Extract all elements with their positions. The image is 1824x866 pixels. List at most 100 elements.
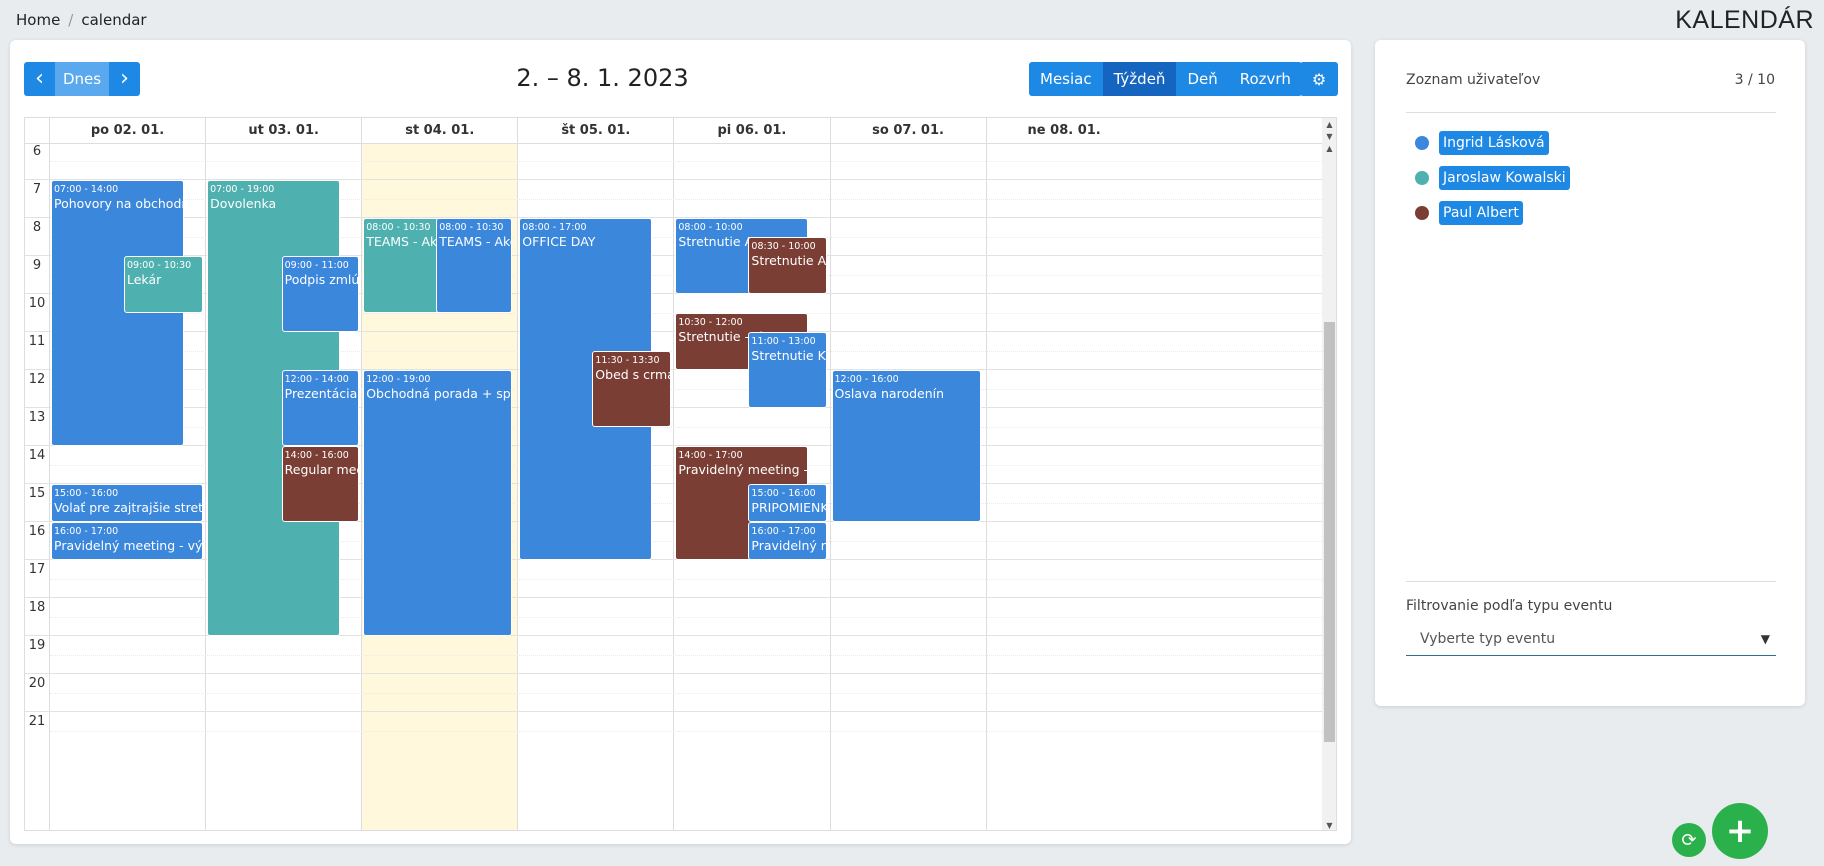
calendar-event[interactable]: 14:00 - 16:00Regular meeting — [281, 446, 360, 522]
day-header[interactable]: ne 08. 01. — [985, 118, 1142, 144]
prev-week-button[interactable]: ‹ — [24, 62, 55, 96]
day-header[interactable]: po 02. 01. — [49, 118, 205, 144]
day-header[interactable]: st 04. 01. — [361, 118, 517, 144]
event-time: 15:00 - 16:00 — [54, 488, 119, 499]
calendar-event[interactable]: 12:00 - 19:00Obchodná porada + spoločná … — [363, 370, 513, 636]
event-time: 14:00 - 16:00 — [284, 450, 349, 461]
hour-label: 7 — [32, 182, 42, 197]
day-header[interactable]: so 07. 01. — [829, 118, 986, 144]
user-chip[interactable]: Ingrid Lásková — [1439, 131, 1549, 155]
calendar-event[interactable]: 16:00 - 17:00Pravidelný meeting - výstup… — [51, 522, 204, 560]
event-type-select[interactable]: Vyberte typ eventu ▼ — [1406, 623, 1776, 656]
calendar-event[interactable]: 15:00 - 16:00Volať pre zajtrajšie stretn… — [51, 484, 204, 522]
day-column-divider — [517, 144, 519, 830]
view-tab-3[interactable]: Rozvrh — [1228, 62, 1302, 96]
day-header-row: po 02. 01. ut 03. 01. st 04. 01. št 05. 01.… — [25, 118, 1322, 144]
event-time: 14:00 - 17:00 — [678, 450, 743, 461]
calendar-event[interactable]: 16:00 - 17:00Pravidelný meeting — [748, 522, 828, 560]
add-event-button[interactable]: + — [1712, 803, 1768, 859]
users-panel-title: Zoznam uživateľov — [1406, 72, 1541, 88]
user-chip[interactable]: Jaroslaw Kowalski — [1439, 166, 1570, 190]
calendar-event[interactable]: 11:00 - 13:00Stretnutie KUP — [748, 332, 828, 408]
scroll-down-small-icon[interactable]: ▼ — [1322, 132, 1336, 141]
calendar-event[interactable]: 09:00 - 11:00Podpis zmlúv - ... — [281, 256, 360, 332]
user-chip[interactable]: Paul Albert — [1439, 201, 1523, 225]
calendar-event[interactable]: 11:30 - 13:30Obed s crmango — [592, 351, 672, 427]
calendar-scrollbar[interactable]: ▲ ▼ ▲ ▼ — [1322, 118, 1336, 830]
day-header[interactable]: pi 06. 01. — [673, 118, 829, 144]
user-list-item[interactable]: Jaroslaw Kowalski — [1415, 166, 1570, 190]
time-grid[interactable]: 6 7 8 9 10 11 12 13 14 15 16 17 18 19 20 21 07:00 - 14:0… — [25, 144, 1322, 830]
scroll-up-small-icon[interactable]: ▲ — [1322, 144, 1336, 153]
hour-label: 21 — [28, 714, 46, 729]
user-list-item[interactable]: Ingrid Lásková — [1415, 131, 1549, 155]
calendar-event[interactable]: 08:30 - 10:00Stretnutie ABC — [748, 237, 828, 294]
view-tab-2[interactable]: Deň — [1176, 62, 1229, 96]
user-color-dot — [1415, 171, 1429, 185]
nav-button-group: ‹ Dnes › — [24, 62, 140, 96]
event-title: Prezentácia vý... — [284, 386, 359, 401]
calendar-event[interactable]: 08:00 - 10:30TEAMS - Ako z... — [363, 218, 440, 313]
event-title: Oslava narodenín — [834, 386, 945, 401]
event-time: 08:00 - 10:00 — [678, 222, 743, 233]
event-title: Volať pre zajtrajšie stretnutie — [54, 500, 204, 515]
calendar-event[interactable]: 07:00 - 14:00Pohovory na obchodníka — [51, 180, 185, 446]
event-title: Obed s crmango — [595, 367, 670, 382]
view-tab-0[interactable]: Mesiac — [1029, 62, 1103, 96]
event-title: TEAMS - Ako z... — [366, 234, 438, 249]
day-column-divider — [985, 144, 987, 830]
hour-label: 18 — [28, 600, 46, 615]
event-title: Regular meeting — [284, 462, 359, 477]
calendar-event[interactable]: 09:00 - 10:30 Lekár — [124, 256, 204, 313]
event-time: 12:00 - 19:00 — [366, 374, 431, 385]
calendar-event[interactable]: 08:00 - 10:30TEAMS - Ako z... — [436, 218, 513, 313]
plus-icon: + — [1725, 811, 1755, 851]
scroll-up-arrow-icon[interactable]: ▲ — [1322, 120, 1336, 129]
hour-label: 20 — [28, 676, 46, 691]
chevron-down-icon: ▼ — [1760, 632, 1770, 646]
event-title: Dovolenka — [210, 196, 277, 211]
day-header[interactable]: ut 03. 01. — [205, 118, 361, 144]
event-title: Pravidelný meeting - výstupy — [54, 538, 203, 553]
day-column-divider — [361, 144, 363, 830]
calendar-event[interactable]: 12:00 - 14:00Prezentácia vý... — [281, 370, 360, 446]
half-hour-gridline — [50, 693, 1322, 694]
hour-label: 10 — [28, 296, 46, 311]
event-time: 07:00 - 14:00 — [54, 184, 119, 195]
view-tab-1[interactable]: Týždeň — [1102, 62, 1177, 96]
hour-label: 17 — [28, 562, 46, 577]
next-week-button[interactable]: › — [109, 62, 140, 96]
chevron-left-icon: ‹ — [35, 66, 44, 91]
half-hour-gridline — [50, 161, 1322, 162]
hour-gridline — [25, 711, 1322, 712]
settings-button[interactable]: ⚙ — [1300, 62, 1338, 96]
hour-label: 8 — [32, 220, 42, 235]
calendar-card: ‹ Dnes › 2. – 8. 1. 2023 Mesiac Týždeň Deň… — [10, 40, 1351, 844]
event-time: 08:00 - 10:30 — [439, 222, 504, 233]
breadcrumb-home-link[interactable]: Home — [16, 11, 60, 29]
today-button[interactable]: Dnes — [55, 62, 109, 96]
refresh-button[interactable]: ⟳ — [1672, 823, 1706, 857]
event-time: 08:00 - 10:30 — [366, 222, 431, 233]
event-title: Stretnutie ABC — [751, 253, 827, 268]
event-time: 15:00 - 16:00 — [751, 488, 816, 499]
half-hour-gridline — [50, 731, 1322, 732]
event-time: 16:00 - 17:00 — [54, 526, 119, 537]
calendar-event[interactable]: 15:00 - 16:00PRIPOMIENKA — [748, 484, 828, 522]
breadcrumb-separator: / — [68, 11, 74, 29]
calendar-event[interactable]: 12:00 - 16:00 Oslava narodenín — [831, 370, 981, 522]
hour-label: 14 — [28, 448, 46, 463]
scroll-down-arrow-icon[interactable]: ▼ — [1322, 821, 1336, 830]
event-title: PRIPOMIENKA — [751, 500, 826, 515]
users-panel: Zoznam uživateľov 3 / 10 Ingrid Lásková J… — [1375, 40, 1805, 706]
event-time: 12:00 - 16:00 — [834, 374, 899, 385]
user-color-dot — [1415, 136, 1429, 150]
divider — [1406, 581, 1776, 582]
event-time: 09:00 - 11:00 — [284, 260, 349, 271]
event-title: Obchodná porada + spoločná ... — [366, 386, 511, 401]
view-switcher: Mesiac Týždeň Deň Rozvrh — [1029, 62, 1302, 96]
hour-label: 15 — [28, 486, 46, 501]
day-header[interactable]: št 05. 01. — [517, 118, 673, 144]
user-list-item[interactable]: Paul Albert — [1415, 201, 1523, 225]
scroll-thumb[interactable] — [1324, 322, 1335, 742]
